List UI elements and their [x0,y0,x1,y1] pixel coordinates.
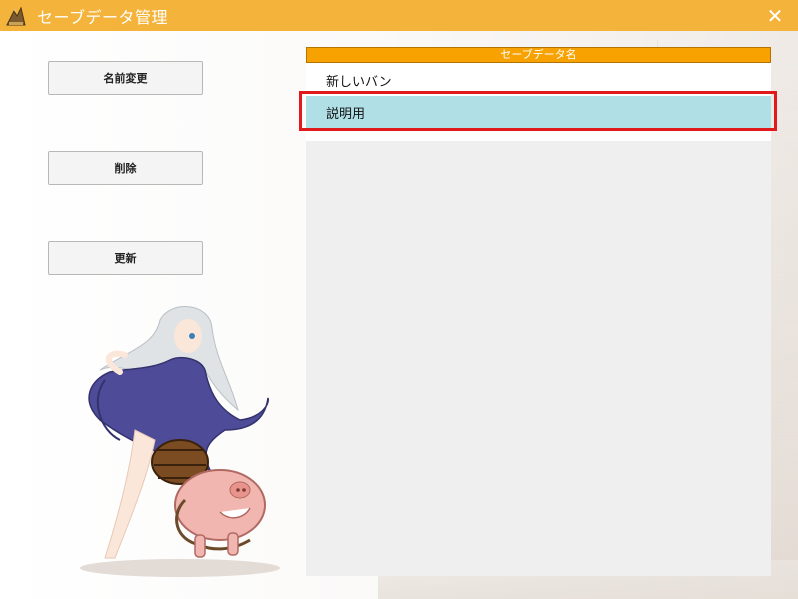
save-list-header: セーブデータ名 [306,47,771,63]
title-bar: セーブデータ管理 ✕ [0,0,798,31]
close-icon: ✕ [766,3,784,28]
app-emblem-icon [5,5,27,27]
save-list-panel: セーブデータ名 新しいバン 説明用 [306,47,771,576]
window-title: セーブデータ管理 [37,7,169,27]
save-item-name: 説明用 [326,106,366,122]
save-list-item[interactable]: 新しいバン [306,64,771,96]
close-button[interactable]: ✕ [752,0,798,31]
delete-button[interactable]: 削除 [48,151,203,185]
save-data-window: セーブデータ管理 ✕ 名前変更 削除 更新 セーブデータ名 新しいバン 説明用 [0,0,798,599]
refresh-button[interactable]: 更新 [48,241,203,275]
save-list-item-selected[interactable]: 説明用 [306,96,771,128]
save-item-name: 新しいバン [326,74,392,90]
character-illustration [60,300,300,580]
rename-button[interactable]: 名前変更 [48,61,203,95]
